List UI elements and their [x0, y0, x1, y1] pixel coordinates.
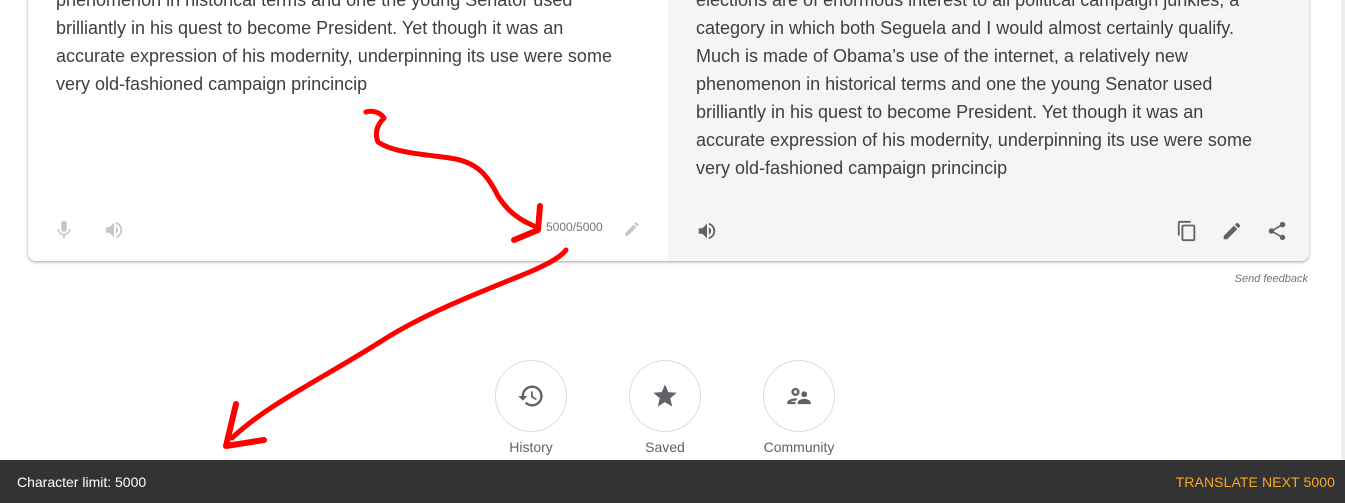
- community-button[interactable]: [763, 360, 835, 432]
- pencil-icon[interactable]: [1220, 219, 1244, 243]
- page-scrollbar[interactable]: [1341, 0, 1345, 460]
- copy-icon[interactable]: [1175, 219, 1199, 243]
- translate-next-button[interactable]: TRANSLATE NEXT 5000: [1176, 474, 1335, 490]
- star-icon: [653, 384, 677, 407]
- nav-history-label: History: [509, 439, 553, 455]
- microphone-icon[interactable]: [52, 218, 76, 242]
- saved-button[interactable]: [629, 360, 701, 432]
- speaker-icon[interactable]: [695, 219, 719, 243]
- character-limit-text: Character limit: 5000: [17, 473, 147, 490]
- share-icon[interactable]: [1265, 219, 1289, 243]
- nav-community-label: Community: [763, 439, 835, 455]
- source-text[interactable]: phenomenon in historical terms and one t…: [56, 0, 636, 98]
- character-count: 5000/5000: [546, 220, 603, 234]
- nav-history[interactable]: History: [476, 360, 586, 455]
- translated-text: elections are of enormous interest to al…: [696, 0, 1252, 178]
- history-icon: [518, 385, 543, 407]
- send-feedback-link[interactable]: Send feedback: [1235, 273, 1308, 285]
- pencil-icon[interactable]: [620, 217, 644, 241]
- annotation-arrowhead-lower: [223, 401, 267, 449]
- community-icon: [787, 387, 811, 405]
- translation-card: phenomenon in historical terms and one t…: [28, 0, 1309, 261]
- target-pane: elections are of enormous interest to al…: [668, 0, 1309, 261]
- source-pane: phenomenon in historical terms and one t…: [28, 0, 668, 261]
- history-button[interactable]: [495, 360, 567, 432]
- speaker-icon[interactable]: [102, 218, 126, 242]
- character-limit-bar: Character limit: 5000 TRANSLATE NEXT 500…: [0, 460, 1345, 503]
- nav-saved[interactable]: Saved: [610, 360, 720, 455]
- nav-saved-label: Saved: [645, 439, 685, 455]
- nav-community[interactable]: Community: [744, 360, 854, 455]
